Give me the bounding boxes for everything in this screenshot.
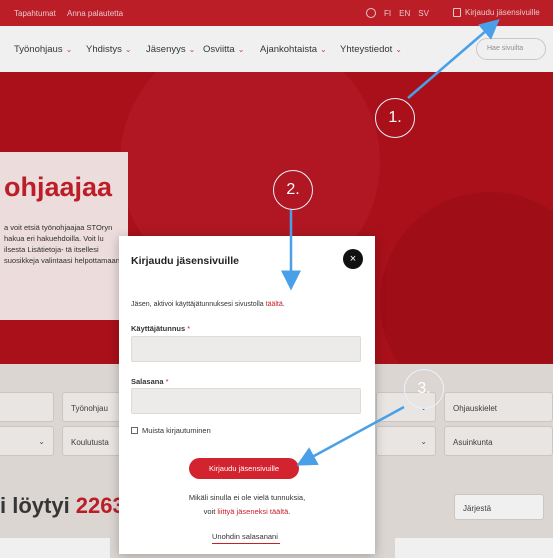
link-underline — [212, 543, 280, 544]
required-mark: * — [187, 324, 191, 333]
remember-checkbox[interactable] — [131, 427, 138, 434]
join-text: voit liittyä jäseneksi täältä. — [119, 507, 375, 516]
login-submit-button[interactable]: Kirjaudu jäsensivuille — [189, 458, 299, 479]
required-mark: * — [165, 377, 169, 386]
activation-info: Jäsen, aktivoi käyttäjätunnuksesi sivust… — [131, 301, 285, 308]
login-modal: Kirjaudu jäsensivuille × Jäsen, aktivoi … — [119, 236, 375, 554]
remember-label: Muista kirjautuminen — [142, 426, 211, 435]
close-icon[interactable]: × — [343, 249, 363, 269]
username-label-text: Käyttäjätunnus — [131, 324, 186, 333]
step-marker-1: 1. — [375, 98, 415, 138]
remember-me[interactable]: Muista kirjautuminen — [131, 426, 211, 435]
step-marker-2: 2. — [273, 170, 313, 210]
username-label: Käyttäjätunnus * — [131, 324, 190, 333]
modal-title: Kirjaudu jäsensivuille — [131, 255, 239, 267]
username-field[interactable] — [131, 336, 361, 362]
password-label: Salasana * — [131, 377, 169, 386]
join-link[interactable]: liittyä jäseneksi täältä — [217, 507, 288, 516]
step-marker-3: 3. — [404, 369, 444, 409]
info-text: Jäsen, aktivoi käyttäjätunnuksesi sivust… — [131, 301, 266, 308]
join-prefix: voit — [203, 507, 218, 516]
password-field[interactable] — [131, 388, 361, 414]
password-label-text: Salasana — [131, 377, 164, 386]
no-account-text: Mikäli sinulla ei ole vielä tunnuksia, — [188, 493, 306, 502]
forgot-password-link[interactable]: Unohdin salasanani — [212, 532, 278, 541]
activation-link[interactable]: täältä — [266, 301, 283, 308]
join-suffix: . — [288, 507, 291, 516]
